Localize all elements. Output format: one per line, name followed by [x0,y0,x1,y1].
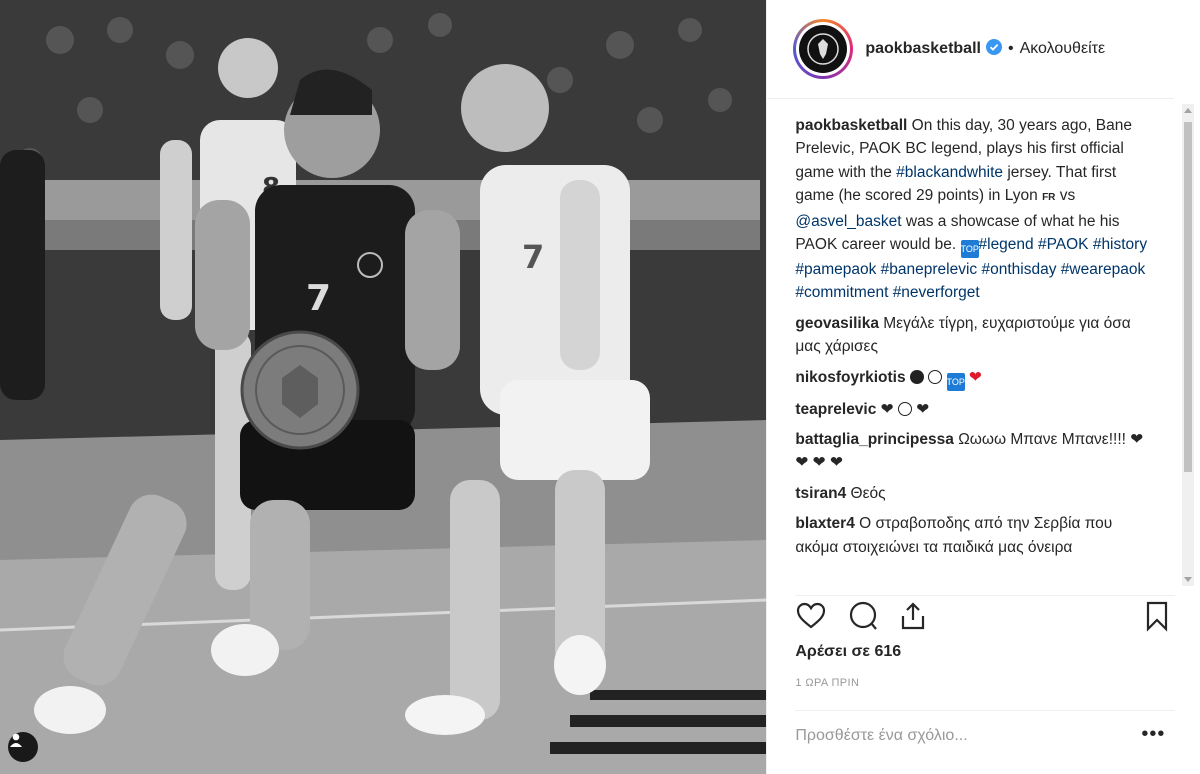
avatar[interactable] [793,19,854,79]
bookmark-icon[interactable] [1141,600,1173,637]
verified-icon [985,38,1002,60]
scroll-thumb[interactable] [1184,122,1192,472]
comments-list[interactable]: paokbasketball On this day, 30 years ago… [795,114,1155,584]
more-options-icon[interactable]: ••• [1141,724,1165,744]
post-header: paokbasketball • Ακολουθείτε [767,0,1174,99]
black-heart-icon: ❤ [916,400,930,418]
comment-username[interactable]: nikosfoyrkiotis [795,369,905,386]
svg-text:7: 7 [522,238,544,276]
comment-username[interactable]: blaxter4 [795,515,854,532]
comment-icon[interactable] [847,600,879,637]
paok-logo-icon [807,33,840,65]
comment: geovasilika Μεγάλε τίγρη, ευχαριστούμε γ… [795,312,1155,359]
header-username[interactable]: paokbasketball [865,40,981,58]
heart-icon[interactable] [795,600,827,637]
scroll-down-icon[interactable] [1184,577,1192,582]
comment-username[interactable]: tsiran4 [795,485,846,502]
post-timestamp[interactable]: 1 ΩΡΑ ΠΡΙΝ [795,677,859,689]
following-button[interactable]: Ακολουθείτε [1020,40,1106,58]
scroll-up-icon[interactable] [1184,108,1192,113]
comment: tsiran4 Θεός [795,482,1155,505]
caption-username[interactable]: paokbasketball [795,117,907,134]
caption: paokbasketball On this day, 30 years ago… [795,114,1155,305]
separator-dot: • [1007,40,1014,57]
likes-count[interactable]: Αρέσει σε 616 [795,643,901,661]
comment-username[interactable]: teaprelevic [795,401,876,418]
share-icon[interactable] [897,600,929,637]
flag-icon: FR [1042,192,1056,204]
red-heart-icon: ❤ [968,368,982,386]
black-heart-icon: ❤ [880,400,894,418]
mention-link[interactable]: @asvel_basket [795,213,901,230]
black-circle-icon [909,369,924,384]
comment: teaprelevic ❤ ❤ [795,398,1155,421]
caption-text: vs [1059,187,1076,205]
comment-text: Ωωωω Μπανε Μπανε!!!! [958,431,1126,449]
user-tag-icon[interactable] [8,732,38,762]
comment: nikosfoyrkiotis TOP ❤ [795,366,1155,391]
white-circle-icon [928,369,943,384]
post-photo[interactable]: 8 7 [0,0,767,774]
comment-username[interactable]: battaglia_principessa [795,431,954,448]
comment-text: Θεός [850,484,886,502]
comment-username[interactable]: geovasilika [795,315,879,332]
hashtag-link[interactable]: #blackandwhite [896,164,1003,181]
post-side-panel: paokbasketball • Ακολουθείτε paokbasketb… [766,0,1200,774]
white-circle-icon [897,401,912,416]
action-bar [795,595,1176,637]
comment: blaxter4 Ο στραβοποδης από την Σερβία πο… [795,512,1155,559]
top-icon: TOP [960,240,979,259]
instagram-post: 8 7 [0,0,1200,774]
add-comment-bar: Προσθέστε ένα σχόλιο... ••• [795,710,1176,761]
comment-input[interactable]: Προσθέστε ένα σχόλιο... [795,727,967,745]
basketball-scene: 8 7 [0,0,767,774]
svg-text:7: 7 [306,278,331,319]
top-icon: TOP [946,372,965,391]
comment: battaglia_principessa Ωωωω Μπανε Μπανε!!… [795,428,1155,475]
comments-scrollbar[interactable] [1182,104,1194,586]
